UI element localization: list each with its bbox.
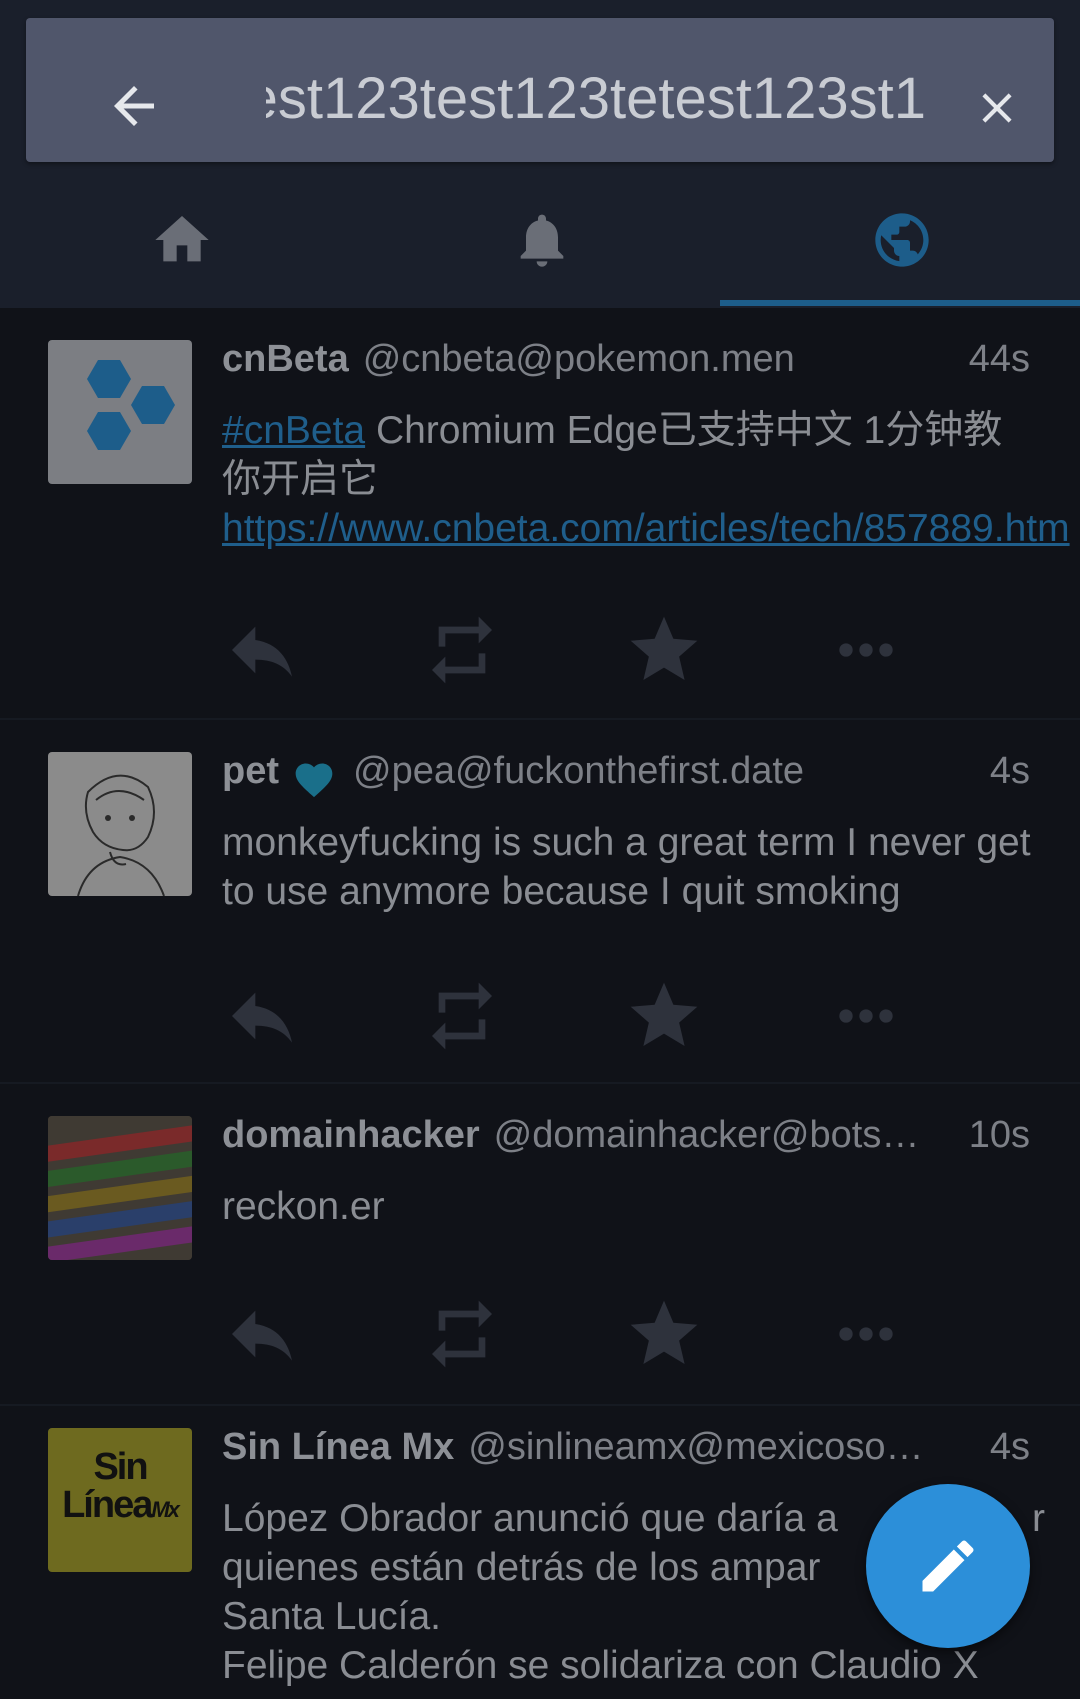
reply-icon[interactable] — [222, 610, 302, 690]
reply-icon[interactable] — [222, 1294, 302, 1374]
timestamp: 4s — [989, 750, 1030, 792]
display-name[interactable]: Sin Línea Mx — [222, 1426, 454, 1469]
account-handle[interactable]: @cnbeta@pokemon.men — [363, 338, 965, 381]
action-bar — [222, 1294, 1022, 1374]
avatar[interactable] — [48, 1116, 192, 1260]
bell-icon — [520, 214, 564, 267]
reply-icon[interactable] — [222, 976, 302, 1056]
globe-icon — [875, 213, 929, 267]
back-arrow-icon[interactable] — [104, 76, 164, 136]
status-content: #cnBeta Chromium Edge已支持中文 1分钟教你开启它 http… — [222, 406, 1070, 553]
more-icon[interactable] — [826, 1294, 906, 1374]
hashtag-link[interactable]: #cnBeta — [222, 409, 365, 452]
favourite-icon[interactable] — [624, 610, 704, 690]
status-item[interactable]: cnBeta @cnbeta@pokemon.men 44s #cnBeta C… — [0, 308, 1080, 720]
status-content: monkeyfucking is such a great term I nev… — [222, 821, 1031, 913]
action-bar — [222, 610, 1022, 690]
avatar[interactable]: Sin LíneaMx — [48, 1428, 192, 1572]
status-header: domainhacker @domainhacker@bots… 10s — [222, 1114, 1030, 1174]
timestamp: 4s — [989, 1426, 1030, 1468]
home-icon — [155, 216, 209, 262]
boost-icon[interactable] — [422, 610, 502, 690]
boost-icon[interactable] — [422, 1294, 502, 1374]
active-tab-indicator — [720, 300, 1080, 306]
search-bar — [26, 18, 1054, 162]
boost-icon[interactable] — [422, 976, 502, 1056]
avatar[interactable] — [48, 340, 192, 484]
more-icon[interactable] — [826, 610, 906, 690]
favourite-icon[interactable] — [624, 1294, 704, 1374]
sketch-portrait-icon — [77, 774, 165, 896]
status-item[interactable]: pet @pea@fuckonthefirst.date 4s monkeyfu… — [0, 720, 1080, 1084]
timestamp: 10s — [968, 1114, 1030, 1156]
domain-collage-icon — [48, 1116, 192, 1260]
close-icon[interactable] — [972, 83, 1022, 133]
search-input[interactable] — [266, 58, 926, 138]
tab-home[interactable] — [0, 196, 360, 308]
status-header: cnBeta @cnbeta@pokemon.men 44s — [222, 338, 1030, 398]
heart-icon — [295, 763, 333, 798]
compose-button[interactable] — [866, 1484, 1030, 1648]
account-handle[interactable]: @sinlineamx@mexicoso… — [468, 1426, 986, 1469]
hexagon-logo-icon — [87, 360, 175, 450]
top-bar — [0, 0, 1080, 308]
account-handle[interactable]: @domainhacker@bots… — [494, 1114, 965, 1157]
favourite-icon[interactable] — [624, 976, 704, 1056]
display-name[interactable]: cnBeta — [222, 338, 349, 381]
status-header: pet @pea@fuckonthefirst.date 4s — [222, 750, 1030, 810]
display-name[interactable]: pet — [222, 750, 279, 793]
status-content: reckon.er — [222, 1185, 385, 1228]
status-header: Sin Línea Mx @sinlineamx@mexicoso… 4s — [222, 1426, 1030, 1486]
pencil-icon — [922, 1540, 974, 1592]
more-icon[interactable] — [826, 976, 906, 1056]
tab-bar — [0, 196, 1080, 308]
timestamp: 44s — [968, 338, 1030, 380]
display-name[interactable]: domainhacker — [222, 1114, 480, 1157]
account-handle[interactable]: @pea@fuckonthefirst.date — [353, 750, 986, 793]
action-bar — [222, 976, 1022, 1056]
status-item[interactable]: domainhacker @domainhacker@bots… 10s rec… — [0, 1084, 1080, 1406]
tab-federated[interactable] — [720, 196, 1080, 308]
avatar[interactable] — [48, 752, 192, 896]
tab-notifications[interactable] — [360, 196, 720, 308]
status-link[interactable]: https://www.cnbeta.com/articles/tech/857… — [222, 507, 1070, 550]
avatar-logo-text: Sin LíneaMx — [62, 1446, 180, 1526]
